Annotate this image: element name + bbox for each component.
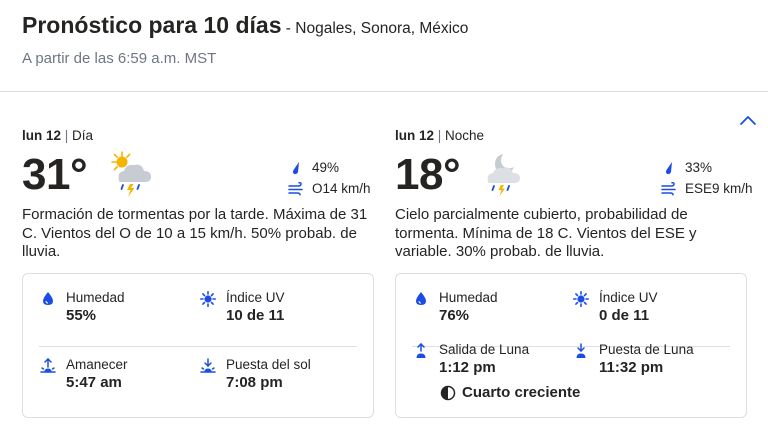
day-description: Formación de tormentas por la tarde. Máx… bbox=[22, 206, 368, 260]
moon-phase-label: Cuarto creciente bbox=[462, 384, 581, 401]
day-stats: 49% O14 km/h bbox=[288, 157, 371, 199]
updated-time: A partir de las 6:59 a.m. MST bbox=[22, 50, 217, 67]
night-heading: lun 12 | Noche bbox=[395, 128, 747, 143]
day-heading: lun 12 | Día bbox=[22, 128, 374, 143]
moon-phase: Cuarto creciente bbox=[440, 384, 580, 401]
uv-value: 0 de 11 bbox=[599, 307, 650, 324]
sunrise-value: 5:47 am bbox=[66, 374, 122, 391]
humidity-value: 55% bbox=[66, 307, 97, 324]
night-moonrise: Salida de Luna 1:12 pm bbox=[412, 342, 529, 377]
sunset-value: 7:08 pm bbox=[226, 374, 283, 391]
page-title: Pronóstico para 10 días bbox=[22, 12, 282, 38]
page-header: Pronóstico para 10 días - Nogales, Sonor… bbox=[22, 12, 468, 39]
night-panel: lun 12 | Noche 18° 33% ESE9 km/h Cielo p… bbox=[395, 128, 753, 418]
night-details-card: Humedad 76% Índice UV 0 de 11 Salida de … bbox=[395, 273, 747, 418]
moonset-icon bbox=[572, 342, 590, 360]
night-wind-row: ESE9 km/h bbox=[661, 178, 753, 199]
location-label: - Nogales, Sonora, México bbox=[281, 20, 469, 37]
moonrise-label: Salida de Luna bbox=[439, 342, 530, 357]
moonrise-icon bbox=[412, 342, 430, 360]
scattered-thunderstorms-day-icon bbox=[108, 150, 158, 200]
day-wind-value: O14 km/h bbox=[312, 181, 371, 196]
moonrise-value: 1:12 pm bbox=[439, 359, 496, 376]
raindrop-icon bbox=[661, 160, 677, 176]
night-humidity: Humedad 76% bbox=[412, 290, 498, 325]
humidity-label: Humedad bbox=[439, 290, 498, 305]
night-description: Cielo parcialmente cubierto, probabilida… bbox=[395, 206, 697, 260]
night-uv-index: Índice UV 0 de 11 bbox=[572, 290, 658, 325]
day-precip-value: 49% bbox=[312, 160, 340, 175]
night-separator: | bbox=[434, 128, 446, 143]
day-details-card: Humedad 55% Índice UV 10 de 11 Amanecer … bbox=[22, 273, 374, 418]
night-wind-value: ESE9 km/h bbox=[685, 181, 753, 196]
day-humidity: Humedad 55% bbox=[39, 290, 125, 325]
uv-value: 10 de 11 bbox=[226, 307, 285, 324]
day-uv-index: Índice UV 10 de 11 bbox=[199, 290, 285, 325]
humidity-icon bbox=[39, 290, 57, 308]
first-quarter-moon-icon bbox=[440, 385, 456, 401]
collapse-button[interactable] bbox=[738, 112, 758, 128]
day-sunrise: Amanecer 5:47 am bbox=[39, 357, 128, 392]
partly-cloudy-thunderstorm-night-icon bbox=[481, 150, 531, 200]
sunset-icon bbox=[199, 357, 217, 375]
day-period: Día bbox=[72, 128, 94, 143]
wind-icon bbox=[288, 181, 304, 197]
day-wind-row: O14 km/h bbox=[288, 178, 371, 199]
day-separator: | bbox=[61, 128, 73, 143]
uv-sun-icon bbox=[199, 290, 217, 308]
day-date: lun 12 bbox=[22, 128, 62, 143]
moonset-value: 11:32 pm bbox=[599, 359, 664, 376]
humidity-value: 76% bbox=[439, 307, 470, 324]
humidity-icon bbox=[412, 290, 430, 308]
sunset-label: Puesta del sol bbox=[226, 357, 311, 372]
moonset-label: Puesta de Luna bbox=[599, 342, 694, 357]
day-panel: lun 12 | Día 31° 49% O14 km/h Formación … bbox=[22, 128, 374, 418]
card-divider bbox=[39, 346, 357, 347]
day-sunset: Puesta del sol 7:08 pm bbox=[199, 357, 311, 392]
uv-sun-icon bbox=[572, 290, 590, 308]
sunrise-icon bbox=[39, 357, 57, 375]
chevron-up-icon bbox=[740, 116, 756, 125]
night-moonset: Puesta de Luna 11:32 pm bbox=[572, 342, 694, 377]
header-divider bbox=[0, 91, 768, 92]
night-date: lun 12 bbox=[395, 128, 435, 143]
night-precip-value: 33% bbox=[685, 160, 713, 175]
uv-label: Índice UV bbox=[226, 290, 285, 305]
humidity-label: Humedad bbox=[66, 290, 125, 305]
night-precip-row: 33% bbox=[661, 157, 753, 178]
day-temperature: 31° bbox=[22, 150, 88, 199]
title-line: Pronóstico para 10 días - Nogales, Sonor… bbox=[22, 12, 468, 39]
wind-icon bbox=[661, 181, 677, 197]
night-temperature: 18° bbox=[395, 150, 461, 199]
night-stats: 33% ESE9 km/h bbox=[661, 157, 753, 199]
sunrise-label: Amanecer bbox=[66, 357, 128, 372]
day-precip-row: 49% bbox=[288, 157, 371, 178]
raindrop-icon bbox=[288, 160, 304, 176]
uv-label: Índice UV bbox=[599, 290, 658, 305]
night-period: Noche bbox=[445, 128, 485, 143]
